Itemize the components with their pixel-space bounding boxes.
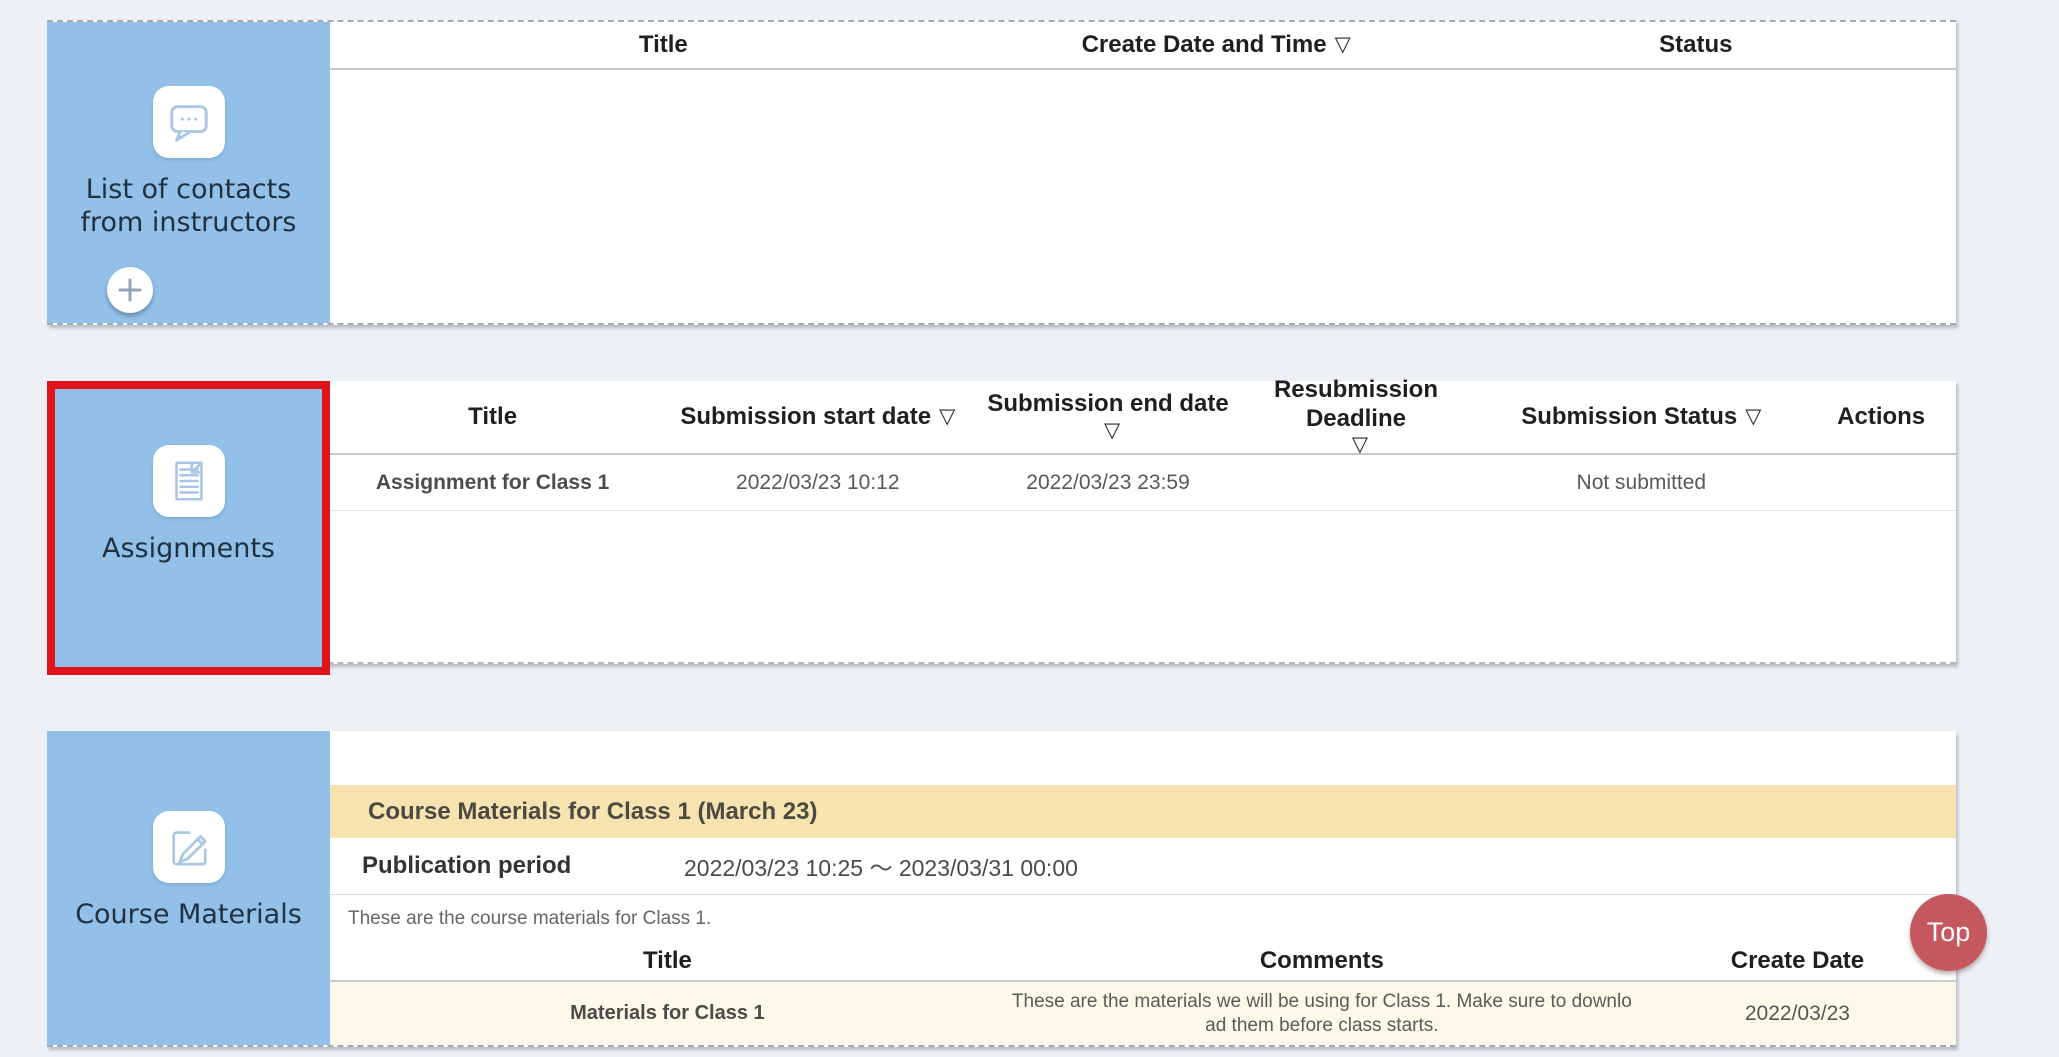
publication-period-row: Publication period 2022/03/23 10:25 ～ 20…: [330, 838, 1956, 895]
assignments-col-start[interactable]: Submission start date ▽: [655, 403, 980, 431]
materials-col-create-date: Create Date: [1639, 947, 1956, 975]
assignments-col-status-label: Submission Status: [1521, 403, 1737, 431]
contacts-section: List of contacts from instructors Title …: [47, 20, 1956, 325]
material-item-title[interactable]: Course Materials for Class 1 (March 23): [368, 798, 818, 826]
chat-bubble-icon: [153, 86, 225, 158]
assignments-table-header: Title Submission start date ▽ Submission…: [330, 381, 1956, 455]
add-contact-button[interactable]: [107, 267, 153, 313]
assignments-section: Assignments Title Submission start date …: [47, 381, 1956, 664]
sort-descending-icon: ▽: [939, 405, 955, 430]
assignment-start-date: 2022/03/23 10:12: [655, 471, 980, 495]
material-table-row[interactable]: Materials for Class 1 These are the mate…: [330, 982, 1956, 1045]
sidebar-card-course-materials[interactable]: Course Materials: [47, 731, 330, 1045]
assignment-end-date: 2022/03/23 23:59: [980, 471, 1235, 495]
assignment-title-link[interactable]: Assignment for Class 1: [330, 471, 655, 495]
materials-table-header: Title Comments Create Date: [330, 942, 1956, 982]
plus-icon: [115, 275, 145, 305]
material-description: These are the course materials for Class…: [330, 895, 1956, 942]
assignments-col-end[interactable]: Submission end date ▽: [980, 390, 1235, 443]
course-materials-card-label: Course Materials: [69, 899, 308, 932]
assignments-card-label: Assignments: [96, 533, 281, 566]
sort-descending-icon: ▽: [1335, 33, 1351, 58]
assignments-col-title: Title: [330, 403, 655, 431]
sidebar-card-assignments[interactable]: Assignments: [47, 381, 330, 675]
materials-top-spacer: [330, 731, 1956, 785]
publication-period-value: 2022/03/23 10:25 ～ 2023/03/31 00:00: [684, 849, 1078, 883]
publication-period-label: Publication period: [362, 852, 684, 880]
material-create-date: 2022/03/23: [1745, 1002, 1850, 1026]
assignments-col-start-label: Submission start date: [680, 403, 931, 431]
sort-descending-icon: ▽: [1352, 433, 1368, 458]
assignments-col-resubmission[interactable]: Resubmission Deadline ▽: [1236, 376, 1477, 457]
assignment-submission-status: Not submitted: [1476, 471, 1806, 495]
contacts-card-label: List of contacts from instructors: [47, 174, 330, 240]
contacts-col-title: Title: [330, 31, 997, 59]
assignments-col-status[interactable]: Submission Status ▽: [1476, 403, 1806, 431]
sort-descending-icon: ▽: [1104, 419, 1120, 444]
document-icon: [153, 445, 225, 517]
contacts-table-header: Title Create Date and Time ▽ Status: [330, 22, 1956, 70]
assignments-col-actions: Actions: [1806, 403, 1956, 431]
material-item-title-band[interactable]: Course Materials for Class 1 (March 23): [330, 785, 1956, 838]
materials-col-title: Title: [330, 947, 1005, 975]
assignments-col-end-label: Submission end date: [987, 390, 1228, 418]
contacts-col-create-date[interactable]: Create Date and Time ▽: [997, 31, 1436, 59]
back-to-top-button[interactable]: Top: [1910, 894, 1987, 971]
contacts-col-create-date-label: Create Date and Time: [1082, 31, 1327, 59]
sort-descending-icon: ▽: [1745, 405, 1761, 430]
assignments-col-resubmission-label: Resubmission Deadline: [1236, 376, 1477, 433]
course-materials-section: Course Materials Course Materials for Cl…: [47, 731, 1956, 1047]
materials-col-comments: Comments: [1005, 947, 1639, 975]
material-title-link[interactable]: Materials for Class 1: [570, 1002, 765, 1025]
contacts-col-status: Status: [1436, 31, 1956, 59]
edit-pencil-icon: [153, 811, 225, 883]
sidebar-card-contacts[interactable]: List of contacts from instructors: [47, 22, 330, 323]
material-comments: These are the materials we will be using…: [1011, 990, 1633, 1036]
assignment-table-row[interactable]: Assignment for Class 1 2022/03/23 10:12 …: [330, 455, 1956, 511]
